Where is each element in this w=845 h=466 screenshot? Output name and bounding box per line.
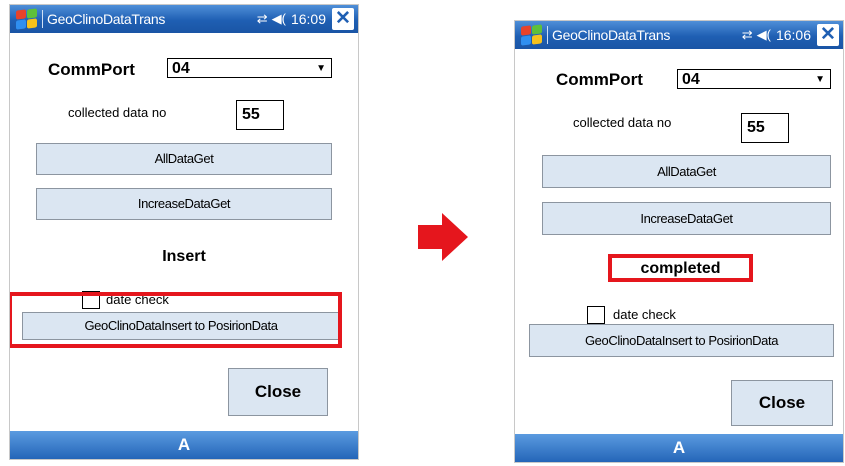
date-check-checkbox[interactable]: [587, 306, 605, 324]
commport-select[interactable]: 04 ▼: [677, 69, 831, 89]
clock: 16:09: [290, 11, 326, 27]
title-bar: GeoClinoDataTrans ⇄ ◀( 16:09 ✕: [10, 5, 358, 33]
date-check-label: date check: [613, 307, 676, 322]
collected-data-field[interactable]: 55: [741, 113, 789, 143]
chevron-down-icon[interactable]: ▼: [815, 70, 825, 90]
close-icon[interactable]: ✕: [332, 8, 354, 30]
bottom-bar[interactable]: A: [10, 431, 358, 459]
arrow-right-icon: [418, 213, 468, 261]
screen-before: GeoClinoDataTrans ⇄ ◀( 16:09 ✕ CommPort …: [10, 5, 358, 459]
commport-select[interactable]: 04 ▼: [167, 58, 332, 78]
connectivity-icon[interactable]: ⇄: [742, 27, 753, 43]
collected-data-field[interactable]: 55: [236, 100, 284, 130]
windows-start-icon[interactable]: [13, 6, 39, 32]
increase-data-get-button[interactable]: IncreaseDataGet: [36, 188, 332, 220]
geoclino-insert-button[interactable]: GeoClinoDataInsert to PosirionData: [529, 324, 834, 357]
highlight-box: [10, 292, 342, 348]
collected-data-label: collected data no: [573, 115, 672, 130]
bottom-bar[interactable]: A: [515, 434, 843, 462]
commport-label: CommPort: [48, 60, 135, 79]
all-data-get-button[interactable]: AllDataGet: [542, 155, 831, 188]
increase-data-get-button[interactable]: IncreaseDataGet: [542, 202, 831, 235]
connectivity-icon[interactable]: ⇄: [257, 11, 268, 27]
chevron-down-icon[interactable]: ▼: [316, 59, 326, 79]
highlight-box: [608, 254, 753, 282]
volume-icon[interactable]: ◀(: [272, 11, 286, 27]
commport-label: CommPort: [556, 70, 643, 89]
close-button[interactable]: Close: [731, 380, 833, 426]
collected-data-label: collected data no: [68, 105, 167, 120]
close-icon[interactable]: ✕: [817, 24, 839, 46]
status-label: Insert: [162, 248, 206, 265]
volume-icon[interactable]: ◀(: [757, 27, 771, 43]
title-separator: [547, 26, 548, 44]
close-button[interactable]: Close: [228, 368, 328, 416]
windows-start-icon[interactable]: [518, 22, 544, 48]
app-title: GeoClinoDataTrans: [552, 27, 671, 43]
title-bar: GeoClinoDataTrans ⇄ ◀( 16:06 ✕: [515, 21, 843, 49]
app-title: GeoClinoDataTrans: [47, 11, 166, 27]
title-separator: [42, 10, 43, 28]
commport-value: 04: [682, 71, 700, 88]
all-data-get-button[interactable]: AllDataGet: [36, 143, 332, 175]
commport-value: 04: [172, 60, 190, 77]
clock: 16:06: [775, 27, 811, 43]
screen-after: GeoClinoDataTrans ⇄ ◀( 16:06 ✕ CommPort …: [515, 21, 843, 462]
